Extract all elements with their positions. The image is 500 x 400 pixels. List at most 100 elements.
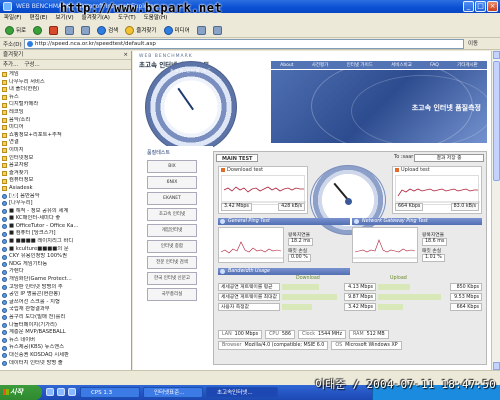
favorite-item[interactable]: NDG 게임기타등: [2, 261, 131, 269]
scroll-up-icon[interactable]: [493, 51, 500, 59]
favorite-item[interactable]: ■ kculture■■■■의 문: [2, 246, 131, 254]
quicklaunch-desktop-icon[interactable]: [57, 388, 65, 396]
task-internet-standard[interactable]: 인터넷표준...: [143, 387, 203, 398]
server-select[interactable]: 결과 저장 중: [414, 154, 484, 162]
promo-banner[interactable]: 국무총리실: [147, 288, 197, 301]
promo-banner[interactable]: 인터넷 종합: [147, 240, 197, 253]
media-button[interactable]: 미디어: [162, 24, 192, 36]
nav-pre-eval[interactable]: 사전평가: [312, 62, 329, 68]
forward-button[interactable]: [31, 24, 44, 36]
download-graph: [221, 175, 306, 205]
favorite-item[interactable]: 나들터페이지(기가리): [2, 322, 131, 330]
nav-guide[interactable]: 인터넷 가이드: [347, 62, 373, 68]
favorite-item[interactable]: CKY 유용인정방 100%권: [2, 253, 131, 261]
promo-banner[interactable]: EKANET: [147, 192, 197, 205]
info-field: CPU 586: [265, 330, 295, 339]
url-input[interactable]: http://speed.nca.or.kr/speedtest/default…: [24, 39, 464, 49]
favorite-item[interactable]: 뉴스제공(KBS) 뉴스엔스: [2, 344, 131, 352]
favorite-item[interactable]: 미디어: [2, 124, 131, 132]
close-pane-icon[interactable]: ×: [123, 51, 128, 60]
tab-main-test[interactable]: MAIN TEST: [216, 154, 259, 162]
refresh-button[interactable]: [63, 24, 76, 36]
nav-about[interactable]: About: [280, 63, 293, 68]
favorite-item[interactable]: [ⓒ] 음반음악: [2, 193, 131, 201]
favorites-button[interactable]: 즐겨찾기: [123, 24, 158, 36]
promo-banner[interactable]: 초고속 인터넷: [147, 208, 197, 221]
promo-banner[interactable]: 전문 인터넷 검색: [147, 256, 197, 269]
favorite-item[interactable]: [나우누리]: [2, 200, 131, 208]
favorite-item[interactable]: 컴퓨터정보: [2, 177, 131, 185]
favorite-item[interactable]: 국립재 관형결과부: [2, 306, 131, 314]
dial-needle: [177, 87, 194, 111]
favorite-item[interactable]: Asiadesk: [2, 185, 131, 193]
favorite-item[interactable]: ■ OfficeTutor - Office Ka...: [2, 223, 131, 231]
nav-faq[interactable]: FAQ: [430, 63, 439, 68]
go-button[interactable]: 이동: [468, 39, 478, 47]
favorite-item[interactable]: 개임화단(Game Protect...: [2, 276, 131, 284]
favorite-item[interactable]: 공인 IP 명률곤(현관봉): [2, 291, 131, 299]
page-link-icon: [2, 254, 7, 260]
home-button[interactable]: [79, 24, 92, 36]
favorite-item[interactable]: 내 폴더(한컴): [2, 86, 131, 94]
favorite-item-label: NDG 게임기타등: [9, 260, 48, 267]
bandwidth-header[interactable]: Bandwidth Usage: [218, 268, 350, 275]
organize-favorites-button[interactable]: 구성...: [24, 60, 39, 69]
favorite-item[interactable]: ■ 컴퓨터 [당크스가]: [2, 230, 131, 238]
favorite-item[interactable]: 가렌다: [2, 268, 131, 276]
vertical-scrollbar[interactable]: [491, 51, 500, 370]
favorite-item[interactable]: 이미지: [2, 147, 131, 155]
menu-file[interactable]: 파일(F): [4, 13, 22, 23]
task-cps[interactable]: CPS 1.3: [80, 387, 140, 398]
favorite-item[interactable]: 레코딩: [2, 109, 131, 117]
maximize-button[interactable]: □: [475, 1, 486, 12]
favorite-item[interactable]: 게임: [2, 71, 131, 79]
page-link-icon: [2, 231, 7, 237]
quicklaunch-media-icon[interactable]: [68, 388, 76, 396]
promo-banner[interactable]: 6NIX: [147, 176, 197, 189]
favorite-item[interactable]: 대신증권 KOSDAQ 시세판: [2, 352, 131, 360]
close-button[interactable]: ×: [487, 1, 498, 12]
nav-compare[interactable]: 서비스비교: [391, 62, 412, 68]
favorite-item[interactable]: 글쓰어선 스크롤 - 지형: [2, 299, 131, 307]
favorite-item[interactable]: 디지털카메라: [2, 101, 131, 109]
favorite-item[interactable]: ■ ■■■■ 레이치리그 바디: [2, 238, 131, 246]
menu-edit[interactable]: 편집(E): [30, 13, 48, 23]
nav-board[interactable]: 기타게시판: [457, 62, 478, 68]
favorite-item[interactable]: 꼼구리 도다(빌매 천)를리: [2, 314, 131, 322]
favorite-item[interactable]: 고당판 인터넷 방명의 추: [2, 284, 131, 292]
favorite-item[interactable]: 즐겨찾기: [2, 170, 131, 178]
task-speed-test[interactable]: 초고속인터넷...: [206, 387, 278, 398]
promo-banner[interactable]: 한국 인터넷 신문고: [147, 272, 197, 285]
favorite-item[interactable]: 나우누리 서비스: [2, 79, 131, 87]
promo-banner[interactable]: BIX: [147, 160, 197, 173]
add-favorite-button[interactable]: 추가...: [3, 60, 18, 69]
gateway-test-header[interactable]: Network Gateway Ping Test: [352, 218, 482, 225]
favorite-item[interactable]: 인터넷정보: [2, 155, 131, 163]
favorite-item[interactable]: 음악/소리: [2, 117, 131, 125]
mail-button[interactable]: [211, 24, 224, 36]
favorite-item[interactable]: ■ 해적 - 정보 공유의 세계: [2, 208, 131, 216]
favorite-item-label: 데이터지 인터넷 방명 출: [9, 359, 63, 366]
start-button[interactable]: 시작: [0, 385, 42, 400]
quicklaunch-ie-icon[interactable]: [46, 388, 54, 396]
favorite-item[interactable]: 계층운 MVP/BASEBALL: [2, 329, 131, 337]
search-button[interactable]: 검색: [95, 24, 120, 36]
speed-test-panel: MAIN TEST To :saar 결과 저장 중 Download test…: [213, 151, 487, 365]
scroll-thumb[interactable]: [493, 61, 500, 181]
favorite-item[interactable]: 쇼핑정보+리포트+추적: [2, 132, 131, 140]
favorite-item[interactable]: 뉴스: [2, 94, 131, 102]
favorite-item-label: 내 폴더(한컴): [9, 86, 40, 93]
quick-launch: [46, 388, 76, 396]
history-button[interactable]: [195, 24, 208, 36]
stop-button[interactable]: [47, 24, 60, 36]
promo-banner[interactable]: 게임인터넷: [147, 224, 197, 237]
favorite-item[interactable]: 음교자랑: [2, 162, 131, 170]
favorite-item[interactable]: 뉴스 네이버: [2, 337, 131, 345]
favorite-item[interactable]: ■ KC매인터-세미다 좋: [2, 215, 131, 223]
back-button[interactable]: 뒤로: [3, 24, 28, 36]
favorite-item[interactable]: 데이터지 인터넷 방명 출: [2, 360, 131, 368]
minimize-button[interactable]: _: [463, 1, 474, 12]
favorite-item[interactable]: 연결: [2, 139, 131, 147]
ping-test-header[interactable]: General Ping Test: [218, 218, 350, 225]
scroll-down-icon[interactable]: [493, 362, 500, 370]
